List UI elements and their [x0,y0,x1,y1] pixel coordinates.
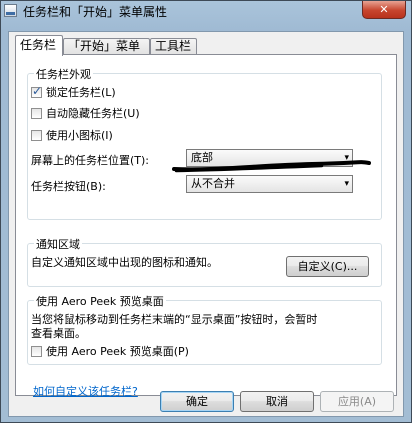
help-link[interactable]: 如何自定义该任务栏? [33,383,138,399]
customize-button[interactable]: 自定义(C)... [286,256,369,277]
tab-taskbar[interactable]: 任务栏 [15,35,63,56]
aeropeek-description-2: 查看桌面。 [31,327,86,340]
notification-group: 通知区域 自定义通知区域中出现的图标和通知。 自定义(C)... [27,236,382,287]
lock-taskbar-checkbox[interactable]: ✓ 锁定任务栏(L) [31,84,116,100]
title-bar[interactable]: 任务栏和「开始」菜单属性 ✕ [1,1,411,23]
notification-description: 自定义通知区域中出现的图标和通知。 [31,256,218,269]
tab-toolbars[interactable]: 工具栏 [150,38,197,55]
tab-panel-taskbar: 任务栏外观 ✓ 锁定任务栏(L) 自动隐藏任务栏(U) 使用小图标(I) 屏幕上的… [15,54,397,399]
appearance-group: 任务栏外观 ✓ 锁定任务栏(L) 自动隐藏任务栏(U) 使用小图标(I) 屏幕上的… [27,66,382,220]
checkbox-box[interactable] [31,130,42,141]
appearance-legend: 任务栏外观 [34,66,93,82]
lock-taskbar-label: 锁定任务栏(L) [46,86,116,99]
aeropeek-group: 使用 Aero Peek 预览桌面 当您将鼠标移动到任务栏末端的“显示桌面”按钮… [27,293,382,365]
ok-button[interactable]: 确定 [160,391,234,412]
checkbox-box[interactable] [31,346,42,357]
aeropeek-legend: 使用 Aero Peek 预览桌面 [34,293,166,309]
autohide-label: 自动隐藏任务栏(U) [46,107,140,120]
notification-legend: 通知区域 [34,236,82,252]
checkbox-box[interactable]: ✓ [31,84,43,98]
marker-scribble [172,160,371,173]
tab-start-menu[interactable]: 「开始」菜单 [63,38,150,55]
aeropeek-checkbox[interactable]: 使用 Aero Peek 预览桌面(P) [31,345,189,359]
buttons-label: 任务栏按钮(B): [31,180,106,193]
buttons-value: 从不合并 [191,177,235,190]
cancel-button[interactable]: 取消 [240,391,314,412]
autohide-checkbox[interactable]: 自动隐藏任务栏(U) [31,107,140,121]
checkbox-box[interactable] [31,108,42,119]
location-label: 屏幕上的任务栏位置(T): [31,154,150,167]
window-title: 任务栏和「开始」菜单属性 [23,5,168,19]
close-button[interactable]: ✕ [362,1,406,19]
apply-button[interactable]: 应用(A) [320,391,394,412]
small-icons-checkbox[interactable]: 使用小图标(I) [31,129,113,143]
check-icon: ✓ [32,84,43,98]
aeropeek-checkbox-label: 使用 Aero Peek 预览桌面(P) [46,345,189,358]
dialog-window: 任务栏和「开始」菜单属性 ✕ 任务栏 「开始」菜单 工具栏 任务栏外观 ✓ 锁定任… [0,0,412,423]
buttons-select[interactable]: 从不合并 ▾ [186,175,353,193]
taskbar-app-icon [4,4,17,17]
dialog-client: 任务栏 「开始」菜单 工具栏 任务栏外观 ✓ 锁定任务栏(L) 自动隐藏任务栏(U… [8,31,404,417]
small-icons-label: 使用小图标(I) [46,129,113,142]
chevron-down-icon: ▾ [344,179,349,189]
